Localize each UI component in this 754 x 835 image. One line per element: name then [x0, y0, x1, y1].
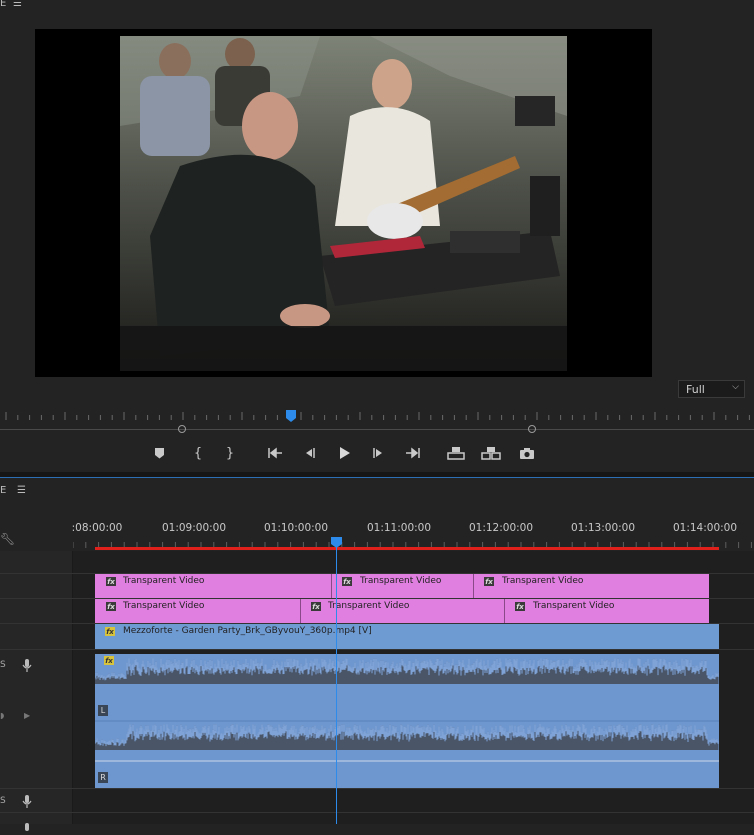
play-icon[interactable]	[333, 444, 355, 462]
transparent-video-clip[interactable]: fx Transparent Video	[95, 574, 332, 598]
channel-left-label: L	[98, 705, 108, 716]
track-separator	[0, 812, 754, 813]
clip-label: Transparent Video	[123, 576, 205, 586]
monitor-playhead	[286, 410, 296, 422]
monitor-zoom-scrollbar[interactable]	[0, 429, 754, 430]
expand-track-icon[interactable]: ▶	[24, 711, 30, 720]
fx-badge-icon: fx	[106, 602, 116, 611]
chevron-down-icon: ⌵	[732, 382, 739, 392]
panel-title-fragment: E	[0, 0, 7, 9]
ruler-label: :08:00:00	[71, 522, 123, 534]
video-canvas	[35, 29, 652, 377]
track-separator	[0, 649, 754, 650]
fx-badge-icon: fx	[484, 577, 494, 586]
a2-header-fragment: S	[0, 796, 6, 806]
mark-in-icon[interactable]: {	[187, 444, 209, 462]
zoom-level-select[interactable]: Full ⌵	[678, 380, 745, 398]
transparent-video-clip[interactable]: fx Transparent Video	[95, 599, 301, 623]
program-monitor-panel: E ☰ Full ⌵ {}	[0, 0, 754, 472]
camera-icon[interactable]	[516, 444, 538, 462]
step-back-icon[interactable]	[298, 444, 320, 462]
video-frame-image	[120, 36, 567, 371]
video-clip[interactable]: fx Mezzoforte - Garden Party_Brk_GByvouY…	[95, 624, 719, 649]
audio-waveform	[95, 658, 719, 762]
ruler-label: 01:12:00:00	[468, 522, 534, 534]
microphone-icon[interactable]	[22, 658, 32, 677]
keyframe-icon[interactable]: ◗	[0, 711, 4, 720]
a1-header-fragment: S	[0, 660, 6, 670]
ruler-label: 01:10:00:00	[263, 522, 329, 534]
fx-badge-icon: fx	[104, 656, 114, 665]
clip-label: Transparent Video	[360, 576, 442, 586]
lift-icon[interactable]	[445, 444, 467, 462]
monitor-time-ruler[interactable]	[0, 408, 754, 424]
ruler-label: 01:11:00:00	[366, 522, 432, 534]
wrench-icon[interactable]: 🔧︎	[0, 532, 15, 546]
fx-badge-icon: fx	[106, 577, 116, 586]
ruler-label: 01:13:00:00	[570, 522, 636, 534]
scrollbar-right-handle[interactable]	[528, 425, 536, 433]
fx-badge-icon: fx	[311, 602, 321, 611]
go-to-in-icon[interactable]	[264, 444, 286, 462]
mark-out-icon[interactable]: }	[219, 444, 241, 462]
fx-badge-icon: fx	[515, 602, 525, 611]
transparent-video-clip[interactable]: fx Transparent Video	[474, 574, 709, 598]
hamburger-menu-icon[interactable]: ☰	[17, 485, 26, 496]
extract-icon[interactable]	[480, 444, 502, 462]
track-headers	[0, 551, 73, 824]
marker-icon[interactable]	[149, 444, 171, 462]
timeline-playhead[interactable]	[330, 536, 343, 549]
ruler-label: 01:14:00:00	[672, 522, 738, 534]
clip-label: Mezzoforte - Garden Party_Brk_GByvouY_36…	[123, 626, 372, 636]
step-forward-icon[interactable]	[368, 444, 390, 462]
zoom-level-value: Full	[686, 383, 705, 396]
fx-badge-icon: fx	[342, 577, 352, 586]
transparent-video-clip[interactable]: fx Transparent Video	[505, 599, 709, 623]
go-to-out-icon[interactable]	[402, 444, 424, 462]
fx-badge-icon: fx	[105, 627, 115, 636]
audio-clip[interactable]: fx L R	[95, 654, 719, 788]
track-separator	[0, 788, 754, 789]
clip-label: Transparent Video	[123, 601, 205, 611]
timeline-playhead-line	[336, 546, 337, 824]
microphone-icon[interactable]	[22, 816, 32, 835]
microphone-icon[interactable]	[22, 794, 32, 813]
scrollbar-left-handle[interactable]	[178, 425, 186, 433]
transparent-video-clip[interactable]: fx Transparent Video	[301, 599, 505, 623]
render-status-bar	[95, 547, 719, 550]
timeline-panel-title-fragment: E	[0, 485, 7, 496]
clip-label: Transparent Video	[533, 601, 615, 611]
clip-label: Transparent Video	[328, 601, 410, 611]
ruler-label: 01:09:00:00	[161, 522, 227, 534]
clip-label: Transparent Video	[502, 576, 584, 586]
channel-right-label: R	[98, 772, 108, 783]
transparent-video-clip[interactable]: fx Transparent Video	[332, 574, 474, 598]
hamburger-menu-icon[interactable]: ☰	[13, 0, 22, 9]
